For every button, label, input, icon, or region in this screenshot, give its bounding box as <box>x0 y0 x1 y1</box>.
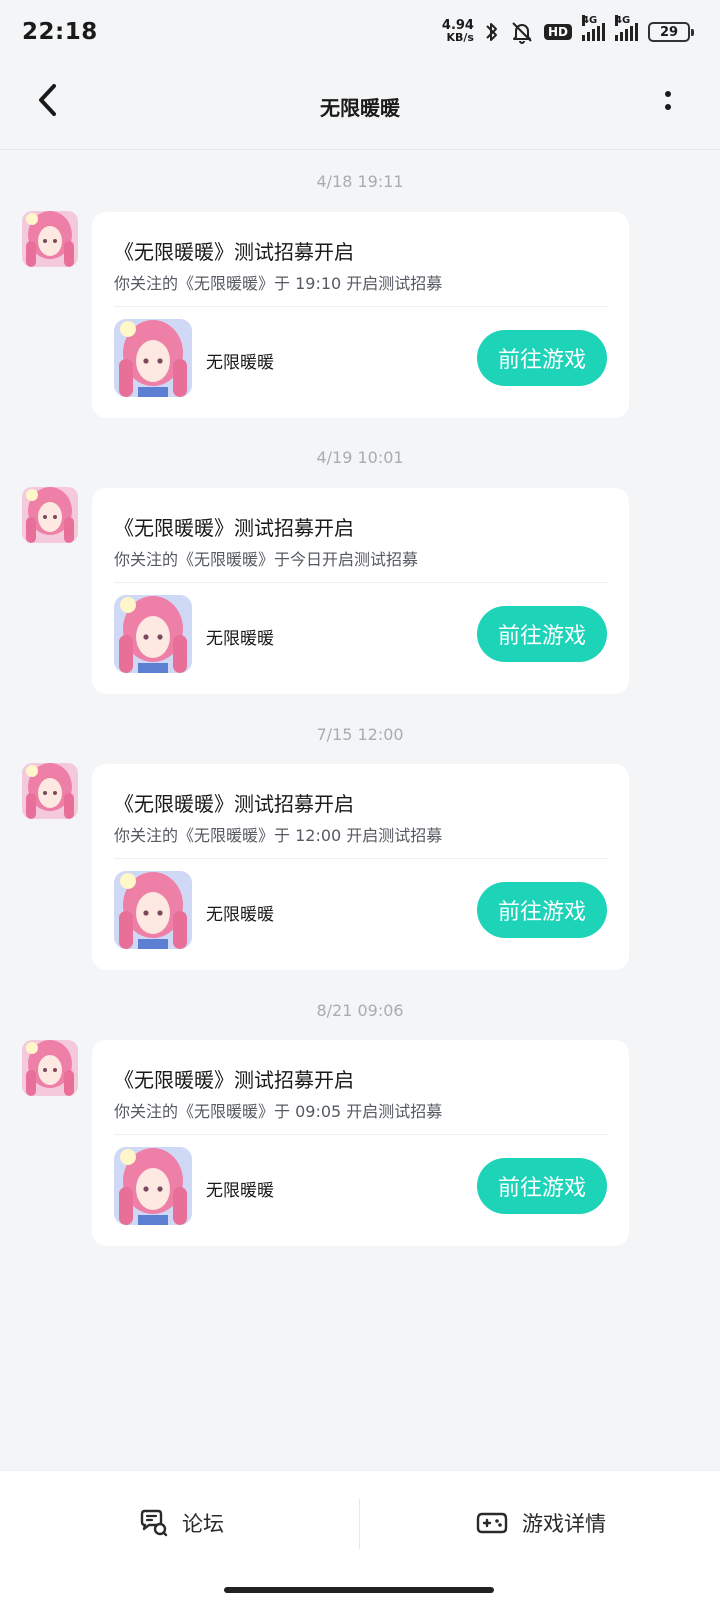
game-details-label: 游戏详情 <box>522 1512 606 1536</box>
game-icon[interactable] <box>114 871 192 949</box>
message-timestamp: 4/18 19:11 <box>316 172 404 191</box>
hd-icon: HD <box>543 24 572 40</box>
message-title: 《无限暖暖》测试招募开启 <box>114 792 354 816</box>
message-title: 《无限暖暖》测试招募开启 <box>114 240 354 264</box>
message-subtitle: 你关注的《无限暖暖》于 19:10 开启测试招募 <box>114 274 443 293</box>
more-button[interactable] <box>656 82 680 118</box>
game-details-tab[interactable]: 游戏详情 <box>476 1499 606 1547</box>
game-icon[interactable] <box>114 1147 192 1225</box>
divider <box>114 306 607 307</box>
signal-type: 4G <box>582 15 598 26</box>
sender-avatar[interactable] <box>22 763 78 819</box>
game-name: 无限暖暖 <box>206 1181 274 1201</box>
header: 无限暖暖 <box>0 64 720 150</box>
game-avatar-image <box>114 871 192 949</box>
message-title: 《无限暖暖》测试招募开启 <box>114 1068 354 1092</box>
network-speed-unit: KB/s <box>446 31 474 44</box>
bottom-bar: 论坛 游戏详情 <box>0 1470 720 1601</box>
go-to-game-button[interactable]: 前往游戏 <box>477 1158 607 1214</box>
chevron-left-icon <box>39 84 56 116</box>
gamepad-icon <box>476 1512 508 1534</box>
go-to-game-button[interactable]: 前往游戏 <box>477 606 607 662</box>
game-avatar-image <box>114 319 192 397</box>
game-icon[interactable] <box>114 319 192 397</box>
sender-avatar[interactable] <box>22 1040 78 1096</box>
message-timestamp: 8/21 09:06 <box>316 1001 404 1020</box>
vertical-dots-icon <box>665 90 671 97</box>
signal-type: 4G <box>615 15 631 26</box>
game-name: 无限暖暖 <box>206 629 274 649</box>
game-name: 无限暖暖 <box>206 353 274 373</box>
message-timestamp: 4/19 10:01 <box>316 448 404 467</box>
status-icons: 4.94 KB/s HD 4G 4G 29 <box>442 15 694 44</box>
forum-chat-icon <box>140 1509 168 1537</box>
status-time: 22:18 <box>22 19 98 45</box>
divider <box>114 582 607 583</box>
go-to-game-button[interactable]: 前往游戏 <box>477 882 607 938</box>
message-card[interactable]: 《无限暖暖》测试招募开启 你关注的《无限暖暖》于 09:05 开启测试招募 无限… <box>92 1040 629 1246</box>
message-subtitle: 你关注的《无限暖暖》于今日开启测试招募 <box>114 550 419 569</box>
home-indicator[interactable] <box>224 1587 494 1593</box>
forum-label: 论坛 <box>182 1512 224 1536</box>
battery-icon: 29 <box>648 22 694 42</box>
avatar-image <box>22 763 78 819</box>
avatar-image <box>22 211 78 267</box>
divider <box>359 1499 360 1549</box>
go-to-game-button[interactable]: 前往游戏 <box>477 330 607 386</box>
divider <box>114 1134 607 1135</box>
forum-tab[interactable]: 论坛 <box>138 1499 224 1547</box>
game-avatar-image <box>114 1147 192 1225</box>
mute-bell-icon <box>512 22 532 44</box>
message-timestamp: 7/15 12:00 <box>316 725 404 744</box>
sender-avatar[interactable] <box>22 211 78 267</box>
sender-avatar[interactable] <box>22 487 78 543</box>
message-card[interactable]: 《无限暖暖》测试招募开启 你关注的《无限暖暖》于 12:00 开启测试招募 无限… <box>92 764 629 970</box>
game-avatar-image <box>114 595 192 673</box>
network-speed: 4.94 KB/s <box>442 19 474 44</box>
avatar-image <box>22 487 78 543</box>
status-bar: 22:18 4.94 KB/s HD 4G 4G 29 <box>0 0 720 64</box>
game-icon[interactable] <box>114 595 192 673</box>
screen: 22:18 4.94 KB/s HD 4G 4G 29 无限暖暖 4/18 19… <box>0 0 720 1601</box>
signal-icon: 4G <box>582 15 605 41</box>
message-card[interactable]: 《无限暖暖》测试招募开启 你关注的《无限暖暖》于 19:10 开启测试招募 无限… <box>92 212 629 418</box>
game-name: 无限暖暖 <box>206 905 274 925</box>
bluetooth-icon <box>486 23 497 41</box>
message-title: 《无限暖暖》测试招募开启 <box>114 516 354 540</box>
page-title: 无限暖暖 <box>320 96 400 120</box>
back-button[interactable] <box>28 80 68 120</box>
message-subtitle: 你关注的《无限暖暖》于 09:05 开启测试招募 <box>114 1102 443 1121</box>
divider <box>114 858 607 859</box>
avatar-image <box>22 1040 78 1096</box>
message-card[interactable]: 《无限暖暖》测试招募开启 你关注的《无限暖暖》于今日开启测试招募 无限暖暖 前往… <box>92 488 629 694</box>
signal-icon: 4G <box>615 15 638 41</box>
message-subtitle: 你关注的《无限暖暖》于 12:00 开启测试招募 <box>114 826 443 845</box>
vertical-dots-icon <box>665 103 671 110</box>
